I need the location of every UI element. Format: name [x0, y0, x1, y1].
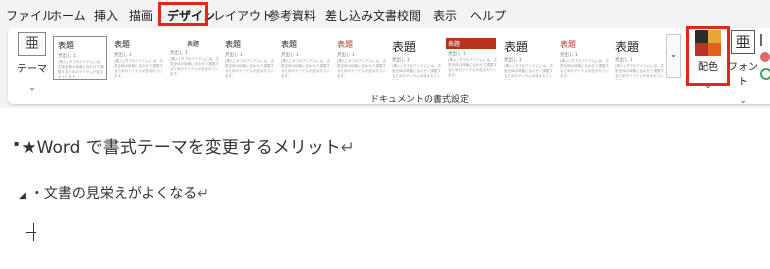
style-set-heading: 見出し 1 [225, 53, 243, 58]
heading-line[interactable]: ▪ ★Word で書式テーマを変更するメリット↵ [14, 133, 355, 158]
style-set-body: [挿入] タブのアイテムには、文書全体の体裁に合わせて調整するためのアイテムが含… [448, 58, 497, 77]
style-set-item[interactable]: 表題 見出し 1 [挿入] タブのアイテムには、文書全体の体裁に合わせて調整する… [388, 36, 442, 80]
gallery-more-button[interactable]: ⌄ [666, 34, 681, 78]
font-icon: 亜 [731, 30, 755, 54]
effects-icon[interactable] [760, 52, 770, 62]
style-set-item[interactable]: 表題 見出し 1 [挿入] タブのアイテムには、文書全体の体裁に合わせて調整する… [333, 36, 387, 80]
style-set-title: 表題 [615, 40, 640, 54]
tab-file[interactable]: ファイル [6, 7, 54, 24]
fonts-label: フォント [728, 62, 758, 88]
style-set-title: 表題 [186, 41, 199, 48]
style-set-heading: 見出し 1 [337, 53, 355, 58]
bullet-line[interactable]: ◢ ・文書の見栄えがよくなる↵ [19, 183, 209, 203]
tab-home[interactable]: ホーム [50, 7, 86, 24]
style-set-item[interactable]: 表題 見出し 1 [挿入] タブのアイテムには、文書全体の体裁に合わせて調整する… [277, 36, 331, 80]
style-set-item[interactable]: 表題 見出し 1 [挿入] タブのアイテムには、文書全体の体裁に合わせて調整する… [444, 36, 498, 80]
style-set-heading: 見出し 1 [114, 53, 132, 58]
style-set-heading: 見出し 1 [58, 54, 76, 59]
bullet-text: ・文書の見栄えがよくなる [29, 186, 198, 202]
themes-button[interactable]: 亜 テーマ ⌄ [12, 30, 52, 93]
style-set-body: [挿入] タブのアイテムには、文書全体の体裁に合わせて調整するためのアイテムが含… [170, 57, 219, 76]
style-set-title: 表題 [446, 38, 496, 49]
theme-page-icon: 亜 [18, 32, 46, 56]
tab-help[interactable]: ヘルプ [470, 7, 506, 24]
style-set-heading: 見出し 1 [281, 53, 299, 58]
chevron-down-icon: ⌄ [739, 96, 747, 106]
style-set-body: [挿入] タブのアイテムには、文書全体の体裁に合わせて調整するためのアイテムが含… [337, 59, 386, 78]
style-set-title: 表題 [392, 40, 417, 54]
style-set-item[interactable]: 表題 見出し 1 [挿入] タブのアイテムには、文書全体の体裁に合わせて調整する… [166, 36, 220, 80]
style-set-title: 表題 [225, 40, 241, 49]
style-set-title: 表題 [504, 40, 529, 54]
design-tab-highlight [158, 2, 208, 26]
style-set-title: 表題 [281, 40, 297, 49]
style-set-heading: 見出し 1 [392, 58, 410, 63]
themes-label: テーマ [17, 64, 47, 75]
style-set-body: [挿入] タブのアイテムには、文書全体の体裁に合わせて調整するためのアイテムが含… [281, 59, 330, 78]
chevron-down-icon: ⌄ [669, 50, 678, 60]
style-set-body: [挿入] タブのアイテムには、文書全体の体裁に合わせて調整するためのアイテムが含… [615, 64, 664, 80]
heading-text: ★Word で書式テーマを変更するメリット [21, 138, 341, 158]
style-set-item[interactable]: 表題 見出し 1 [挿入] タブのアイテムには、文書全体の体裁に合わせて調整する… [500, 36, 554, 80]
ribbon-tab-bar: ファイル ホーム 挿入 描画 デザイン レイアウト 参考資料 差し込み文書 校閲… [0, 0, 770, 28]
tab-layout[interactable]: レイアウト [213, 7, 273, 24]
chevron-down-icon: ⌄ [28, 83, 36, 93]
style-set-body: [挿入] タブのアイテムには、文書全体の体裁に合わせて調整するためのアイテムが含… [560, 59, 609, 78]
paragraph-anchor-icon: ▪ [14, 139, 20, 149]
paragraph-anchor-icon: ◢ [19, 191, 26, 201]
style-set-title: 表題 [114, 40, 130, 49]
tab-insert[interactable]: 挿入 [94, 7, 118, 24]
paragraph-spacing-icon[interactable] [760, 34, 770, 46]
style-set-item[interactable]: 表題 見出し 1 [挿入] タブのアイテムには、文書全体の体裁に合わせて調整する… [110, 36, 164, 80]
tab-review[interactable]: 校閲 [397, 7, 421, 24]
style-set-body: [挿入] タブのアイテムには、文書全体の体裁に合わせて調整するためのアイテムが含… [58, 60, 104, 79]
style-set-title: 表題 [58, 41, 74, 50]
style-set-heading: 見出し 1 [504, 58, 522, 63]
tab-view[interactable]: 表示 [433, 7, 457, 24]
style-set-heading: 見出し 1 [170, 51, 188, 56]
ribbon-side-controls [760, 34, 770, 84]
text-cursor [24, 223, 38, 243]
style-set-heading: 見出し 1 [615, 58, 633, 63]
style-set-heading: 見出し 1 [448, 52, 466, 57]
style-set-body: [挿入] タブのアイテムには、文書全体の体裁に合わせて調整するためのアイテムが含… [225, 59, 274, 78]
tab-mailings[interactable]: 差し込み文書 [325, 7, 397, 24]
paragraph-mark: ↵ [197, 186, 209, 202]
style-set-item[interactable]: 表題 見出し 1 [挿入] タブのアイテムには、文書全体の体裁に合わせて調整する… [53, 36, 107, 80]
paragraph-mark: ↵ [340, 138, 356, 158]
style-set-item[interactable]: 表題 見出し 1 [挿入] タブのアイテムには、文書全体の体裁に合わせて調整する… [611, 36, 665, 80]
style-set-heading: 見出し 1 [560, 53, 578, 58]
style-set-title: 表題 [337, 40, 353, 49]
group-label: ドキュメントの書式設定 [370, 95, 470, 105]
cursor-cross [26, 232, 36, 233]
style-set-title: 表題 [560, 40, 576, 49]
fonts-button[interactable]: 亜 フォント ⌄ [728, 30, 758, 106]
style-set-item[interactable]: 表題 見出し 1 [挿入] タブのアイテムには、文書全体の体裁に合わせて調整する… [221, 36, 275, 80]
style-set-item[interactable]: 表題 見出し 1 [挿入] タブのアイテムには、文書全体の体裁に合わせて調整する… [556, 36, 610, 80]
style-set-body: [挿入] タブのアイテムには、文書全体の体裁に合わせて調整するためのアイテムが含… [504, 64, 553, 80]
colors-button-highlight [686, 26, 730, 86]
style-set-body: [挿入] タブのアイテムには、文書全体の体裁に合わせて調整するためのアイテムが含… [392, 64, 441, 80]
tab-draw[interactable]: 描画 [129, 7, 153, 24]
tab-references[interactable]: 参考資料 [268, 7, 316, 24]
set-default-icon[interactable] [760, 68, 770, 80]
style-set-body: [挿入] タブのアイテムには、文書全体の体裁に合わせて調整するためのアイテムが含… [114, 59, 163, 78]
